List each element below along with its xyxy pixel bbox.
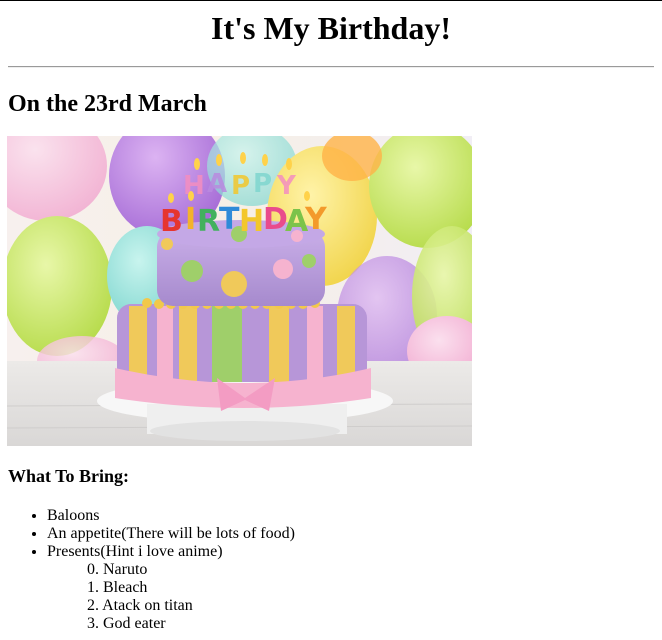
horizontal-rule <box>8 66 654 68</box>
anime-number: 1. <box>87 579 99 596</box>
list-item: Presents(Hint i love anime) 0. Naruto 1.… <box>47 543 295 633</box>
anime-number: 2. <box>87 597 99 614</box>
svg-text:A: A <box>207 169 227 199</box>
top-border <box>0 0 662 1</box>
list-item-text: Presents(Hint i love anime) <box>47 543 223 560</box>
svg-text:P: P <box>231 171 250 201</box>
bring-list: Baloons An appetite(There will be lots o… <box>8 507 295 633</box>
anime-list-item: 2. Atack on titan <box>87 597 295 615</box>
date-heading: On the 23rd March <box>8 91 207 117</box>
anime-title: Naruto <box>103 561 148 578</box>
anime-title: God eater <box>103 615 166 632</box>
anime-title: Bleach <box>103 579 148 596</box>
anime-list-item: 0. Naruto <box>87 561 295 579</box>
svg-text:H: H <box>239 204 264 239</box>
svg-text:R: R <box>197 204 220 239</box>
svg-text:Y: Y <box>276 171 297 201</box>
birthday-cake-image: B I R T H D A Y H A P P Y <box>7 136 472 446</box>
list-item-text: Baloons <box>47 507 100 524</box>
svg-text:T: T <box>219 202 240 237</box>
what-to-bring-heading: What To Bring: <box>8 466 130 486</box>
svg-text:Y: Y <box>304 202 328 237</box>
list-item-text: An appetite(There will be lots of food) <box>47 525 295 542</box>
list-item: Baloons <box>47 507 295 525</box>
svg-text:P: P <box>253 169 272 199</box>
anime-list: 0. Naruto 1. Bleach 2. Atack on titan 3.… <box>47 561 295 633</box>
anime-list-item: 1. Bleach <box>87 579 295 597</box>
svg-text:B: B <box>160 204 183 239</box>
page-title: It's My Birthday! <box>211 10 451 46</box>
list-item: An appetite(There will be lots of food) <box>47 525 295 543</box>
svg-text:I: I <box>185 202 196 237</box>
anime-list-item: 3. God eater <box>87 615 295 633</box>
anime-title: Atack on titan <box>102 597 193 614</box>
page: It's My Birthday! On the 23rd March B I … <box>0 0 662 640</box>
anime-number: 3. <box>87 615 99 632</box>
anime-number: 0. <box>87 561 99 578</box>
